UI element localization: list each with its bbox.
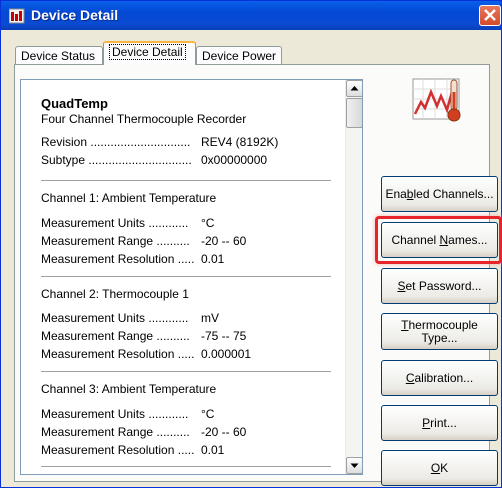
divider	[41, 276, 331, 277]
close-icon	[484, 9, 496, 21]
label-part: Channel	[391, 232, 440, 247]
tab-device-detail[interactable]: Device Detail	[103, 41, 196, 65]
channel-resolution-row: Measurement Resolution ..... 0.000001	[41, 347, 251, 361]
resolution-label: Measurement Resolution .....	[41, 347, 195, 361]
window-title: Device Detail	[31, 7, 119, 23]
set-password-button[interactable]: Set Password...	[381, 268, 498, 304]
resolution-label: Measurement Resolution .....	[41, 443, 195, 457]
ok-button[interactable]: OK	[381, 450, 498, 486]
scroll-down-button[interactable]	[346, 457, 362, 474]
channel-resolution-row: Measurement Resolution ..... 0.01	[41, 443, 224, 457]
tab-label: Device Power	[202, 49, 277, 63]
units-label: Measurement Units ............	[41, 311, 189, 325]
label-part: K	[440, 460, 449, 475]
tab-device-power[interactable]: Device Power	[196, 46, 282, 65]
label-part: ames...	[448, 232, 488, 247]
button-label: Enabled Channels...	[385, 186, 494, 201]
accelerator-key: P	[422, 415, 431, 430]
units-value: °C	[201, 407, 215, 421]
range-value: -20 -- 60	[201, 234, 247, 248]
label-part: et Password...	[405, 278, 482, 293]
device-detail-window: Device Detail Device Status Device Detai…	[0, 0, 502, 488]
button-label: Calibration...	[406, 370, 474, 385]
title-bar[interactable]: Device Detail	[1, 1, 501, 30]
units-value: mV	[201, 311, 219, 325]
device-description: Four Channel Thermocouple Recorder	[41, 112, 247, 126]
arrow-up-icon	[350, 86, 359, 91]
units-value: °C	[201, 216, 215, 230]
channel-units-row: Measurement Units ............ °C	[41, 407, 214, 421]
accelerator-key: N	[439, 232, 449, 247]
resolution-value: 0.01	[201, 252, 225, 266]
channel-names-button[interactable]: Channel Names...	[381, 222, 498, 258]
app-icon	[9, 8, 25, 24]
channel-units-row: Measurement Units ............ °C	[41, 216, 214, 230]
channel-range-row: Measurement Range .......... -20 -- 60	[41, 425, 246, 439]
units-label: Measurement Units ............	[41, 407, 189, 421]
revision-value: REV4 (8192K)	[201, 135, 279, 149]
range-label: Measurement Range ..........	[41, 329, 190, 343]
scroll-up-button[interactable]	[346, 80, 362, 97]
accelerator-key: O	[430, 460, 441, 475]
divider	[41, 180, 331, 181]
tab-device-status[interactable]: Device Status	[15, 46, 103, 65]
button-label-line1: Thermocouple	[401, 317, 478, 332]
label-part: alibration...	[414, 370, 474, 385]
channel-range-row: Measurement Range .......... -20 -- 60	[41, 234, 246, 248]
button-label: Print...	[422, 415, 457, 430]
button-label: Channel Names...	[391, 232, 488, 247]
divider	[41, 466, 331, 467]
divider	[41, 371, 331, 372]
resolution-label: Measurement Resolution .....	[41, 252, 195, 266]
scroll-thumb[interactable]	[346, 98, 362, 128]
resolution-value: 0.000001	[201, 347, 252, 361]
channel-range-row: Measurement Range .......... -75 -- 75	[41, 329, 246, 343]
range-value: -75 -- 75	[201, 329, 247, 343]
chart-thermometer-icon	[412, 78, 461, 122]
label-part: rint...	[430, 415, 457, 430]
channel-title: Channel 2: Thermocouple 1	[41, 287, 189, 301]
resolution-value: 0.01	[201, 443, 225, 457]
label-part: Ena	[385, 186, 407, 201]
vertical-scrollbar[interactable]	[345, 80, 362, 474]
button-label: Set Password...	[397, 278, 482, 293]
button-label: OK	[430, 460, 449, 475]
subtype-row: Subtype ............................... 0…	[41, 153, 267, 167]
channel-title: Channel 1: Ambient Temperature	[41, 191, 217, 205]
arrow-down-icon	[350, 463, 359, 468]
device-name: QuadTemp	[41, 96, 108, 111]
range-label: Measurement Range ..........	[41, 425, 190, 439]
channel-title: Channel 3: Ambient Temperature	[41, 382, 217, 396]
range-value: -20 -- 60	[201, 425, 247, 439]
units-label: Measurement Units ............	[41, 216, 189, 230]
button-label-line2: Type...	[421, 330, 458, 345]
tab-label: Device Detail	[109, 44, 186, 60]
thermocouple-type-button[interactable]: Thermocouple Type...	[381, 313, 498, 350]
print-button[interactable]: Print...	[381, 405, 498, 441]
range-label: Measurement Range ..........	[41, 234, 190, 248]
label-part: hermocouple	[408, 317, 478, 332]
revision-row: Revision .............................. R…	[41, 135, 278, 149]
tab-label: Device Status	[21, 49, 96, 63]
revision-label: Revision ..............................	[41, 135, 191, 149]
calibration-button[interactable]: Calibration...	[381, 360, 498, 396]
close-button[interactable]	[479, 5, 501, 26]
label-part: led Channels...	[413, 186, 494, 201]
enabled-channels-button[interactable]: Enabled Channels...	[381, 176, 498, 212]
channel-units-row: Measurement Units ............ mV	[41, 311, 219, 325]
device-detail-list[interactable]: QuadTemp Four Channel Thermocouple Recor…	[20, 79, 363, 475]
subtype-value: 0x00000000	[201, 153, 268, 167]
subtype-label: Subtype ...............................	[41, 153, 192, 167]
channel-resolution-row: Measurement Resolution ..... 0.01	[41, 252, 224, 266]
